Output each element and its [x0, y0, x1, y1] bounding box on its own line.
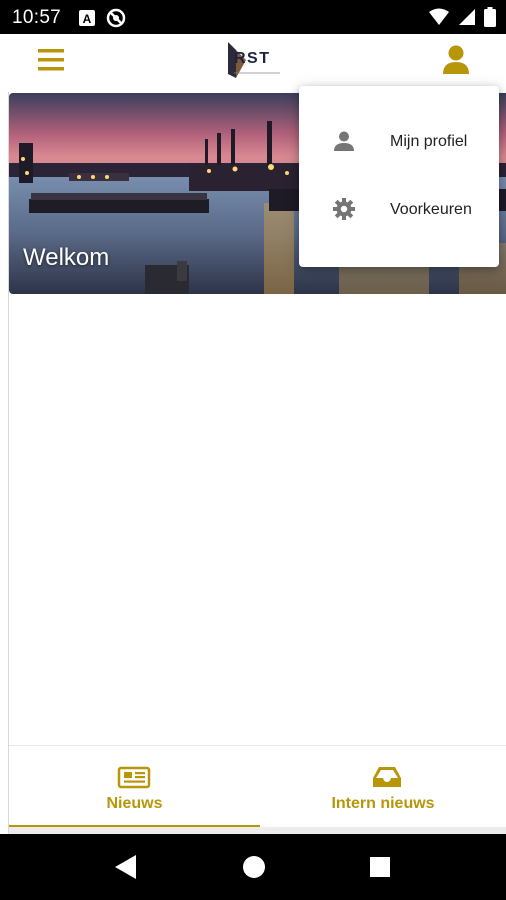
menu-item-profile[interactable]: Mijn profiel	[299, 116, 499, 168]
battery-icon	[484, 7, 496, 27]
back-icon[interactable]	[114, 854, 138, 880]
logo-text: RST	[234, 50, 271, 67]
tab-nieuws[interactable]: Nieuws	[9, 746, 260, 828]
user-icon	[443, 45, 469, 74]
tab-intern-nieuws[interactable]: Intern nieuws	[260, 746, 506, 828]
tab-nieuws-label: Nieuws	[106, 795, 163, 812]
app-logo: RST	[224, 40, 284, 80]
menu-item-profile-label: Mijn profiel	[390, 133, 468, 150]
hero-title: Welkom	[23, 244, 110, 271]
menu-item-preferences[interactable]: Voorkeuren	[299, 184, 499, 236]
status-left-icons: A	[78, 8, 126, 28]
status-time: 10:57	[12, 7, 62, 28]
menu-button[interactable]	[36, 46, 66, 74]
app-bar: RST	[0, 34, 506, 86]
card-bottom-edge	[9, 827, 506, 834]
newspaper-icon	[117, 766, 151, 789]
status-bar: 10:57 A	[0, 0, 506, 34]
wifi-icon	[429, 8, 449, 25]
recents-icon[interactable]	[368, 854, 392, 880]
bottom-navigation: Nieuws Intern nieuws	[9, 745, 506, 828]
inbox-icon	[373, 767, 401, 787]
dnd-icon	[106, 8, 126, 28]
a-notification-icon: A	[79, 10, 95, 26]
gear-icon	[333, 198, 355, 220]
user-button[interactable]	[441, 44, 471, 76]
svg-text:A: A	[83, 12, 92, 26]
system-navigation-bar	[0, 834, 506, 900]
person-icon	[334, 131, 354, 151]
hamburger-menu-icon	[38, 49, 64, 71]
home-icon[interactable]	[242, 854, 266, 880]
menu-item-preferences-label: Voorkeuren	[390, 201, 472, 218]
user-dropdown-menu: Mijn profiel Voorkeuren	[299, 86, 499, 267]
status-right-icons	[428, 7, 496, 27]
tab-intern-nieuws-label: Intern nieuws	[331, 795, 435, 812]
signal-icon	[459, 9, 475, 25]
